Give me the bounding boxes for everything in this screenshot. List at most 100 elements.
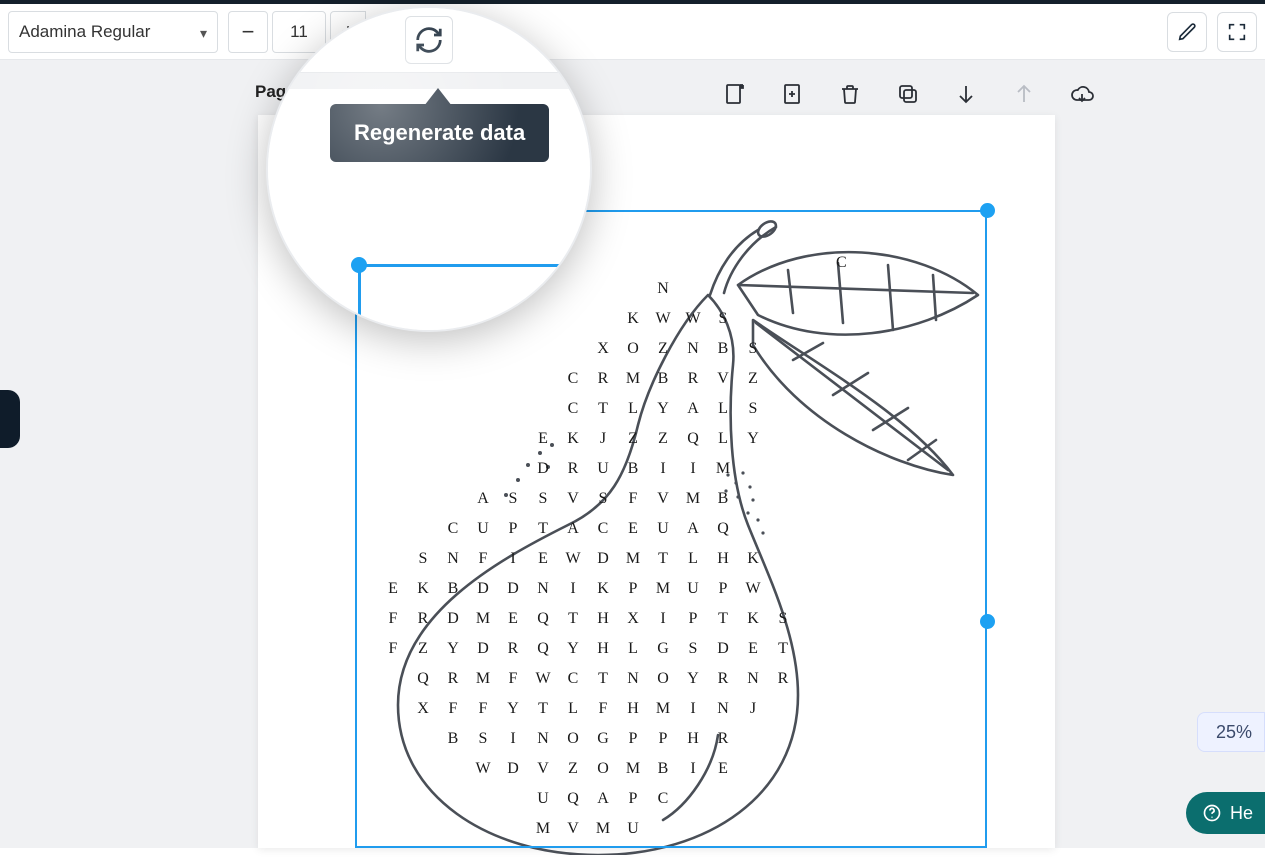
letter-cell[interactable]: M [648,700,678,718]
letter-cell[interactable]: E [708,760,738,778]
letter-cell[interactable]: B [438,730,468,748]
letter-cell[interactable]: W [648,310,678,328]
letter-cell[interactable]: O [648,670,678,688]
letter-cell[interactable]: B [708,340,738,358]
letter-cell[interactable]: A [558,520,588,538]
letter-cell[interactable]: I [678,460,708,478]
letter-cell[interactable]: B [438,580,468,598]
add-page-button[interactable] [720,80,748,108]
letter-cell[interactable]: L [708,400,738,418]
letter-cell[interactable]: P [618,730,648,748]
letter-cell[interactable]: W [528,670,558,688]
letter-cell[interactable]: R [708,670,738,688]
letter-cell[interactable]: O [558,730,588,748]
letter-cell[interactable]: V [528,760,558,778]
letter-cell[interactable]: E [498,610,528,628]
progress-pill[interactable]: 25% [1197,712,1265,752]
letter-cell[interactable]: V [648,490,678,508]
letter-cell[interactable]: E [528,430,558,448]
letter-cell[interactable]: X [408,700,438,718]
download-button[interactable] [1068,80,1096,108]
letter-cell[interactable]: S [738,400,768,418]
letter-cell[interactable]: B [648,370,678,388]
letter-cell[interactable]: Q [558,790,588,808]
letter-cell[interactable]: D [468,580,498,598]
letter-cell[interactable]: T [528,520,558,538]
letter-cell[interactable]: S [588,490,618,508]
letter-cell[interactable]: N [678,340,708,358]
selection-handle-r[interactable] [980,614,995,629]
letter-cell[interactable]: D [708,640,738,658]
letter-cell[interactable]: E [738,640,768,658]
letter-cell[interactable]: V [558,820,588,838]
letter-cell[interactable]: F [378,640,408,658]
decrease-font-button[interactable]: − [228,11,268,53]
letter-cell[interactable]: H [618,700,648,718]
letter-cell[interactable]: C [438,520,468,538]
font-family-select[interactable]: Adamina Regular ▾ [8,11,218,53]
letter-cell[interactable]: I [648,460,678,478]
letter-cell[interactable]: P [498,520,528,538]
letter-cell[interactable]: J [738,700,768,718]
letter-cell[interactable]: Y [648,400,678,418]
letter-cell[interactable]: Q [528,610,558,628]
letter-cell[interactable]: O [588,760,618,778]
letter-cell[interactable]: M [468,610,498,628]
letter-cell[interactable]: Y [498,700,528,718]
letter-cell[interactable]: K [738,550,768,568]
letter-cell[interactable]: K [738,610,768,628]
word-search-grid[interactable]: NKWWSXOZNBSCRMBRVZCTLYALSEKJZZQLYDRUBIIM… [378,250,808,850]
letter-cell[interactable]: M [678,490,708,508]
letter-cell[interactable]: C [558,670,588,688]
letter-cell[interactable]: C [558,400,588,418]
letter-cell[interactable]: Y [438,640,468,658]
letter-cell[interactable]: Z [558,760,588,778]
letter-cell[interactable]: I [498,730,528,748]
help-button[interactable]: He [1186,792,1265,834]
letter-cell[interactable]: O [618,340,648,358]
letter-cell[interactable]: D [468,640,498,658]
letter-cell[interactable]: V [558,490,588,508]
letter-cell[interactable]: R [498,640,528,658]
letter-cell[interactable]: A [588,790,618,808]
letter-cell[interactable]: L [618,400,648,418]
letter-cell[interactable]: P [678,610,708,628]
letter-cell[interactable]: F [618,490,648,508]
letter-cell[interactable]: Z [618,430,648,448]
letter-cell[interactable]: U [528,790,558,808]
letter-cell[interactable]: U [678,580,708,598]
letter-cell[interactable]: I [678,700,708,718]
letter-cell[interactable]: E [528,550,558,568]
letter-cell[interactable]: N [528,730,558,748]
letter-cell[interactable]: Y [678,670,708,688]
letter-cell[interactable]: R [708,730,738,748]
copy-page-button[interactable] [894,80,922,108]
letter-cell[interactable]: L [558,700,588,718]
letter-cell[interactable]: G [588,730,618,748]
letter-cell[interactable]: K [558,430,588,448]
letter-cell[interactable]: P [648,730,678,748]
letter-cell[interactable]: Q [408,670,438,688]
letter-cell[interactable]: M [618,550,648,568]
letter-cell[interactable]: N [528,580,558,598]
letter-cell[interactable]: C [588,520,618,538]
letter-cell[interactable]: Q [708,520,738,538]
letter-cell[interactable]: G [648,640,678,658]
letter-cell[interactable]: N [438,550,468,568]
letter-cell[interactable]: S [708,310,738,328]
letter-cell[interactable]: S [678,640,708,658]
letter-cell[interactable]: Y [738,430,768,448]
letter-cell[interactable]: U [468,520,498,538]
letter-cell[interactable]: P [708,580,738,598]
letter-cell[interactable]: D [498,580,528,598]
letter-cell[interactable]: N [618,670,648,688]
letter-cell[interactable]: X [588,340,618,358]
move-down-button[interactable] [952,80,980,108]
new-page-button[interactable] [778,80,806,108]
letter-cell[interactable]: F [588,700,618,718]
letter-cell[interactable]: H [678,730,708,748]
letter-cell[interactable]: I [558,580,588,598]
delete-page-button[interactable] [836,80,864,108]
letter-cell[interactable]: W [558,550,588,568]
letter-cell[interactable]: C [648,790,678,808]
